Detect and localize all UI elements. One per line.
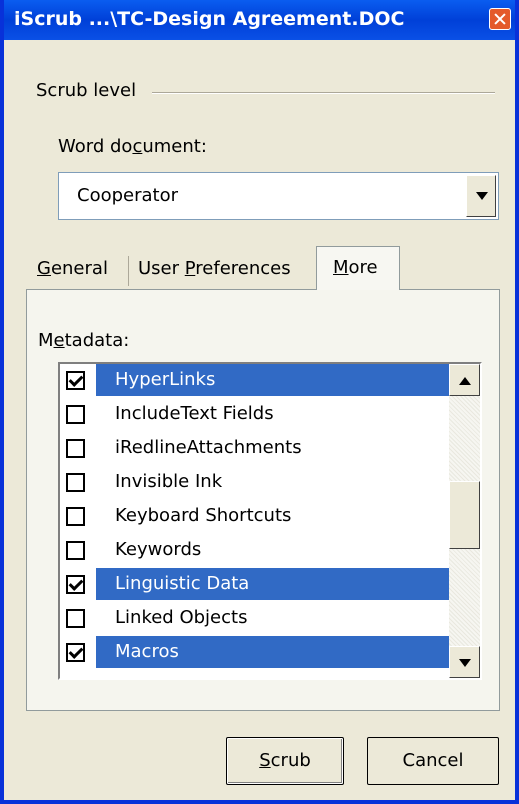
list-item[interactable]: Linked Objects bbox=[62, 602, 449, 634]
word-document-value: Cooperator bbox=[77, 185, 178, 206]
list-item[interactable]: IncludeText Fields bbox=[62, 398, 449, 430]
list-item-label: Invisible Ink bbox=[115, 471, 223, 492]
checkbox[interactable] bbox=[66, 643, 85, 662]
list-item[interactable]: Keyboard Shortcuts bbox=[62, 500, 449, 532]
list-item[interactable]: Invisible Ink bbox=[62, 466, 449, 498]
list-item-label: HyperLinks bbox=[96, 364, 449, 396]
list-item-label: Keywords bbox=[115, 539, 202, 560]
scroll-down-button[interactable] bbox=[449, 646, 480, 678]
scrollbar[interactable] bbox=[449, 364, 480, 678]
scroll-up-button[interactable] bbox=[449, 364, 480, 396]
list-item-label: Linked Objects bbox=[115, 607, 248, 628]
tab-user-preferences[interactable]: User Preferences bbox=[138, 258, 291, 279]
metadata-label: Metadata: bbox=[38, 330, 130, 351]
dropdown-button[interactable] bbox=[466, 175, 496, 217]
checkbox[interactable] bbox=[66, 507, 85, 526]
word-document-select[interactable]: Cooperator bbox=[58, 172, 499, 220]
word-document-label: Word document: bbox=[58, 136, 207, 157]
scrub-level-label: Scrub level bbox=[36, 80, 137, 101]
list-item-label: IncludeText Fields bbox=[115, 403, 274, 424]
list-item[interactable]: Linguistic Data bbox=[62, 568, 449, 600]
list-item-label: iRedlineAttachments bbox=[115, 437, 302, 458]
checkbox[interactable] bbox=[66, 609, 85, 628]
tab-divider bbox=[128, 256, 129, 286]
chevron-down-icon bbox=[476, 192, 488, 200]
metadata-list[interactable]: HyperLinks IncludeText Fields iRedlineAtta… bbox=[58, 362, 482, 680]
scrub-button[interactable]: Scrub bbox=[226, 737, 344, 785]
tab-more-label: More bbox=[333, 257, 378, 278]
checkbox[interactable] bbox=[66, 575, 85, 594]
tab-more[interactable]: More bbox=[316, 246, 400, 290]
cancel-button[interactable]: Cancel bbox=[367, 737, 499, 785]
list-item-label: Macros bbox=[96, 636, 449, 668]
checkbox[interactable] bbox=[66, 405, 85, 424]
close-button[interactable] bbox=[489, 8, 511, 30]
window-title: iScrub ...\TC-Design Agreement.DOC bbox=[14, 8, 405, 30]
checkbox[interactable] bbox=[66, 541, 85, 560]
list-item[interactable]: Macros bbox=[62, 636, 449, 668]
list-item-label: Keyboard Shortcuts bbox=[115, 505, 292, 526]
group-divider bbox=[152, 92, 495, 94]
list-item-label: Linguistic Data bbox=[96, 568, 449, 600]
title-bar[interactable]: iScrub ...\TC-Design Agreement.DOC bbox=[4, 0, 515, 40]
checkbox[interactable] bbox=[66, 473, 85, 492]
list-item[interactable]: iRedlineAttachments bbox=[62, 432, 449, 464]
chevron-up-icon bbox=[459, 377, 471, 385]
list-item[interactable]: Keywords bbox=[62, 534, 449, 566]
chevron-down-icon bbox=[459, 659, 471, 667]
tab-general[interactable]: General bbox=[37, 258, 108, 279]
checkbox[interactable] bbox=[66, 371, 85, 390]
checkbox[interactable] bbox=[66, 439, 85, 458]
list-item[interactable]: HyperLinks bbox=[62, 364, 449, 396]
scroll-thumb[interactable] bbox=[449, 481, 480, 549]
